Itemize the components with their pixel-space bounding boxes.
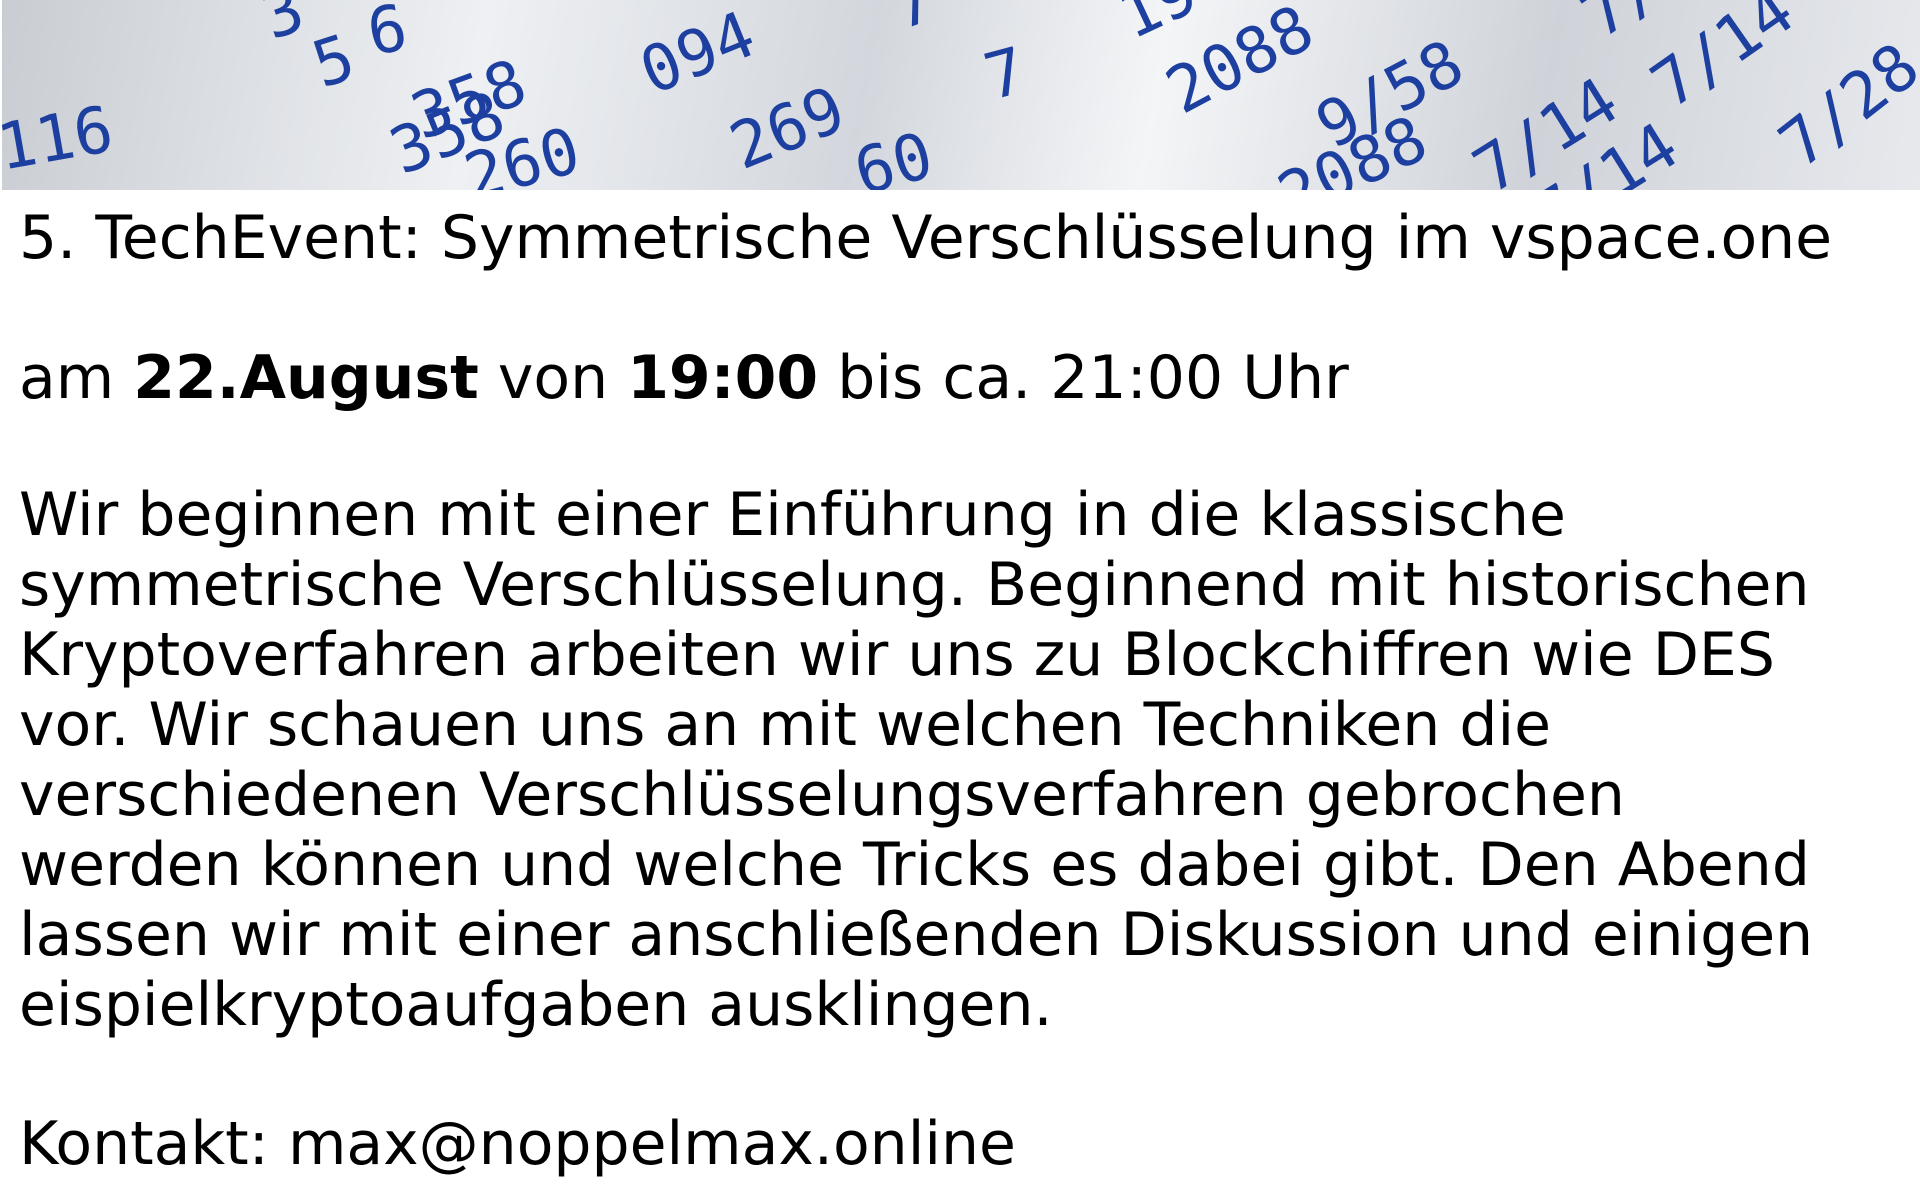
handwritten-glyph: 3 (252, 0, 314, 55)
event-start-time: 19:00 (627, 343, 819, 413)
page: 3 5 6 358 094 7 19 2088 7/14 116 358 260… (0, 0, 1920, 1200)
handwritten-glyph: 60 (847, 119, 941, 190)
handwritten-glyph: 269 (720, 73, 855, 185)
handwritten-glyph: 7 (977, 34, 1033, 115)
event-title: 5. TechEvent: Symmetrische Verschlüsselu… (19, 203, 1833, 273)
handwritten-glyph: 7/14 (1639, 0, 1808, 123)
contact-info: Kontakt: max@noppelmax.online (19, 1109, 1016, 1179)
handwritten-glyph: 6 (362, 0, 413, 71)
date-prefix: am (19, 343, 134, 413)
event-date-line: am 22.August von 19:00 bis ca. 21:00 Uhr (19, 340, 1899, 416)
time-from-prefix: von (478, 343, 628, 413)
handwritten-glyph: 116 (2, 93, 119, 186)
event-end-time: bis ca. 21:00 Uhr (818, 343, 1349, 413)
handwritten-glyph: 7/28 (1766, 29, 1920, 182)
event-description: Wir beginnen mit einer Einführung in die… (19, 480, 1814, 1040)
event-announcement: 5. TechEvent: Symmetrische Verschlüsselu… (19, 200, 1899, 1182)
event-date: 22.August (133, 343, 479, 413)
handwritten-glyph: 7 (882, 0, 944, 45)
handwritten-glyph: 5 (304, 21, 364, 103)
header-image: 3 5 6 358 094 7 19 2088 7/14 116 358 260… (2, 0, 1920, 190)
handwritten-glyph: 094 (630, 0, 765, 110)
handwritten-numbers-photo-icon: 3 5 6 358 094 7 19 2088 7/14 116 358 260… (2, 0, 1920, 190)
